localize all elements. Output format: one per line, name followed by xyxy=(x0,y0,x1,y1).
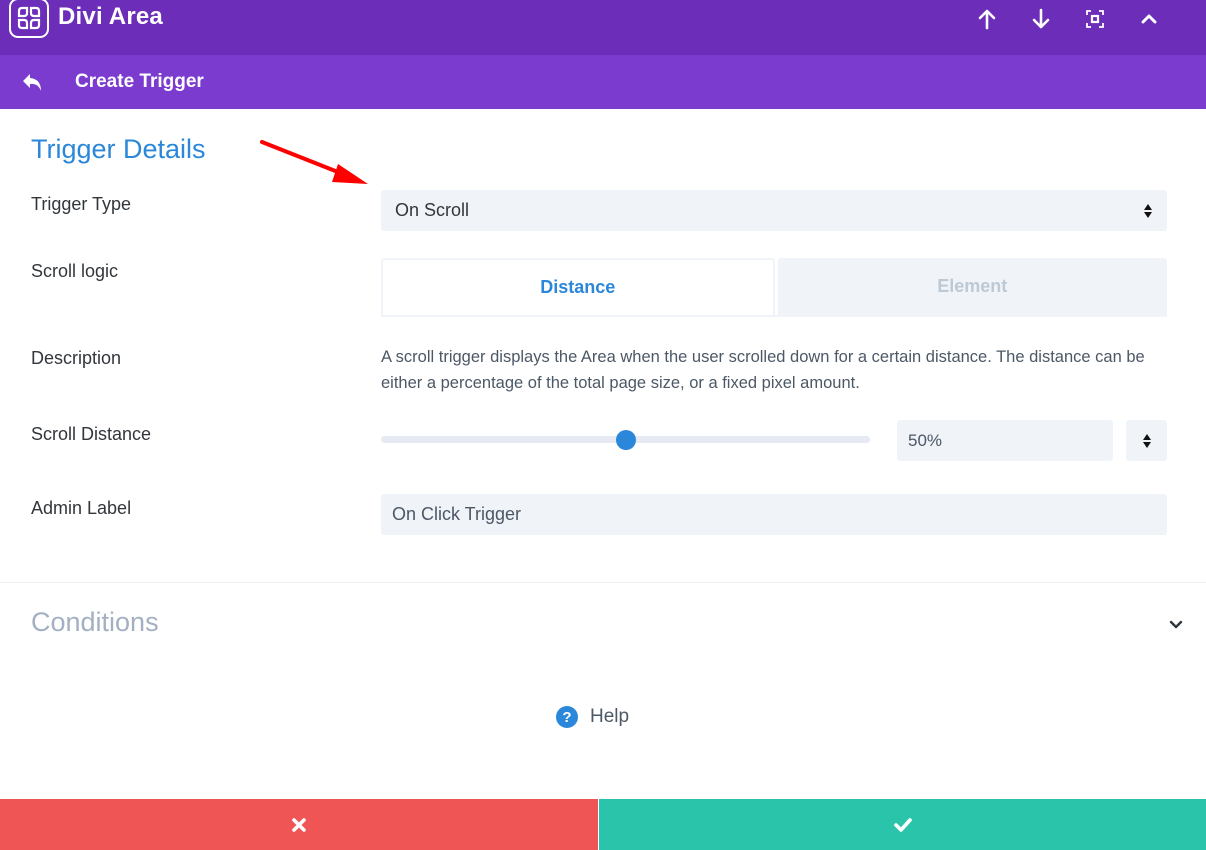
trigger-type-select[interactable]: On Scroll xyxy=(381,190,1167,231)
slider-thumb[interactable] xyxy=(615,430,636,450)
scroll-logic-tabs: Distance Element xyxy=(381,258,1167,317)
save-button[interactable] xyxy=(599,799,1206,850)
move-down-button[interactable] xyxy=(1014,4,1068,34)
trigger-type-value: On Scroll xyxy=(395,200,470,220)
cancel-button[interactable] xyxy=(0,799,598,850)
chevron-up-icon xyxy=(1141,14,1157,24)
sub-header: Create Trigger xyxy=(0,55,1206,109)
trigger-type-label: Trigger Type xyxy=(31,194,132,214)
move-up-button[interactable] xyxy=(960,4,1014,34)
admin-label-label: Admin Label xyxy=(31,498,132,518)
help-question-icon: ? xyxy=(556,706,578,728)
arrow-down-icon xyxy=(1032,8,1050,29)
conditions-title: Conditions xyxy=(31,607,159,637)
close-x-icon xyxy=(292,817,306,832)
conditions-toggle[interactable]: Conditions xyxy=(0,583,1206,665)
unit-updown-icon xyxy=(1142,433,1151,448)
sub-header-title: Create Trigger xyxy=(75,71,204,92)
app-title: Divi Area xyxy=(58,3,163,30)
focus-button[interactable] xyxy=(1068,4,1122,34)
divi-area-logo-icon xyxy=(9,0,49,38)
chevron-down-icon xyxy=(1169,620,1183,629)
help-link[interactable]: ? Help xyxy=(556,706,629,728)
reply-arrow-icon xyxy=(23,74,41,91)
scroll-distance-label: Scroll Distance xyxy=(31,424,152,444)
scroll-logic-label: Scroll logic xyxy=(31,261,119,281)
section-title-trigger-details: Trigger Details xyxy=(31,134,206,164)
collapse-button[interactable] xyxy=(1122,4,1176,34)
description-label: Description xyxy=(31,348,122,368)
tab-element[interactable]: Element xyxy=(777,258,1167,315)
app-header: Divi Area xyxy=(0,0,1206,55)
scroll-distance-slider[interactable] xyxy=(381,426,870,454)
admin-label-input[interactable]: On Click Trigger xyxy=(381,494,1167,535)
back-button[interactable] xyxy=(20,69,48,95)
admin-label-value: On Click Trigger xyxy=(392,504,522,524)
focus-frame-icon xyxy=(1086,10,1104,28)
annotation-arrow-icon xyxy=(260,140,368,184)
unit-toggle-button[interactable] xyxy=(1126,420,1167,461)
select-updown-icon xyxy=(1144,203,1152,218)
tab-distance[interactable]: Distance xyxy=(381,258,775,315)
footer-actions xyxy=(0,799,1206,850)
description-text: A scroll trigger displays the Area when … xyxy=(381,348,1145,392)
arrow-up-icon xyxy=(978,9,996,30)
scroll-distance-value: 50% xyxy=(908,430,943,450)
help-label: Help xyxy=(590,706,630,727)
checkmark-icon xyxy=(893,817,912,832)
scroll-distance-input[interactable]: 50% xyxy=(897,420,1113,461)
